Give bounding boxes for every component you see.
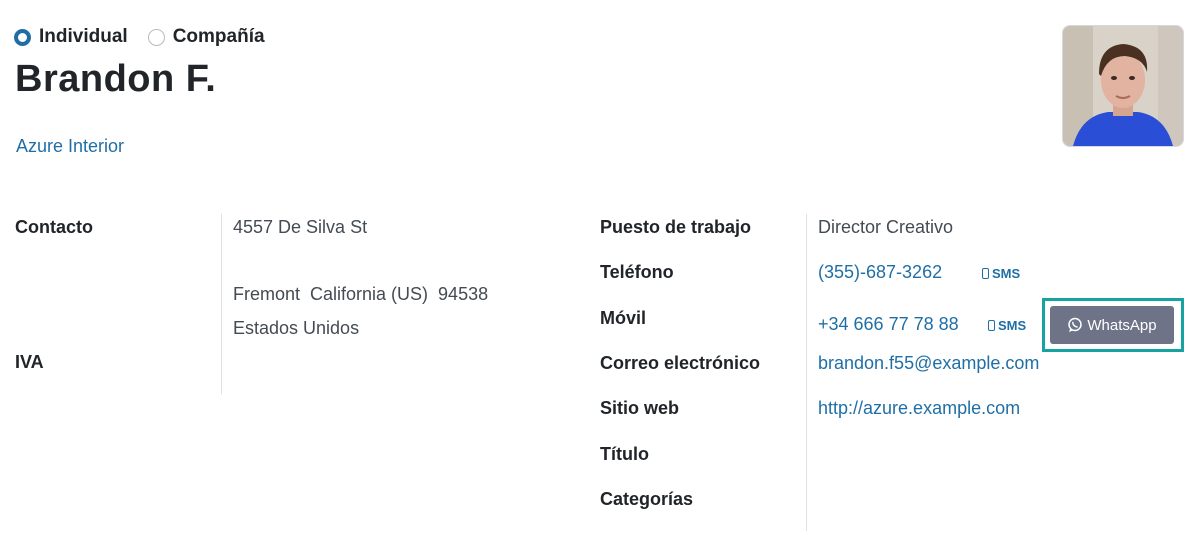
radio-company-indicator[interactable] — [147, 28, 165, 46]
phone-sms-button[interactable]: SMS — [982, 266, 1020, 281]
job-position-label: Puesto de trabajo — [600, 217, 752, 237]
partner-name[interactable]: Brandon F. — [15, 58, 216, 101]
address-street[interactable]: 4557 De Silva St — [233, 217, 367, 238]
radio-company-label: Compañía — [172, 26, 265, 47]
phone-label: Teléfono — [600, 262, 674, 282]
avatar-photo — [1063, 26, 1183, 146]
whatsapp-label: WhatsApp — [1087, 316, 1157, 334]
tags-label: Categorías — [600, 489, 694, 509]
address-country[interactable]: Estados Unidos — [233, 318, 359, 339]
email-value[interactable]: brandon.f55@example.com — [818, 353, 1039, 374]
contact-label: Contacto — [15, 217, 93, 237]
mobile-label: Móvil — [600, 308, 647, 328]
email-label: Correo electrónico — [600, 353, 761, 373]
mobile-phone-icon — [982, 268, 989, 279]
mobile-value[interactable]: +34 666 77 78 88 — [818, 314, 959, 335]
whatsapp-button[interactable]: WhatsApp — [1050, 306, 1174, 344]
radio-individual[interactable]: Individual — [14, 26, 128, 48]
mobile-sms-button[interactable]: SMS — [988, 318, 1026, 333]
radio-individual-indicator[interactable] — [14, 28, 31, 46]
title-label: Título — [600, 444, 649, 464]
radio-individual-label: Individual — [39, 26, 128, 47]
job-position-value[interactable]: Director Creativo — [818, 217, 953, 238]
whatsapp-icon — [1068, 317, 1083, 332]
mobile-phone-icon — [988, 320, 995, 331]
phone-sms-label: SMS — [992, 266, 1021, 281]
right-divider — [806, 214, 807, 531]
mobile-sms-label: SMS — [998, 318, 1027, 333]
partner-type-radio-group: Individual Compañía — [14, 26, 285, 48]
company-link[interactable]: Azure Interior — [16, 136, 124, 157]
avatar[interactable] — [1062, 25, 1184, 147]
radio-company[interactable]: Compañía — [147, 26, 265, 48]
phone-value[interactable]: (355)-687-3262 — [818, 262, 942, 283]
address-city-line[interactable]: Fremont California (US) 94538 — [233, 284, 488, 305]
vat-label: IVA — [15, 352, 44, 372]
website-label: Sitio web — [600, 398, 680, 418]
website-value[interactable]: http://azure.example.com — [818, 398, 1020, 419]
left-divider — [221, 214, 222, 394]
